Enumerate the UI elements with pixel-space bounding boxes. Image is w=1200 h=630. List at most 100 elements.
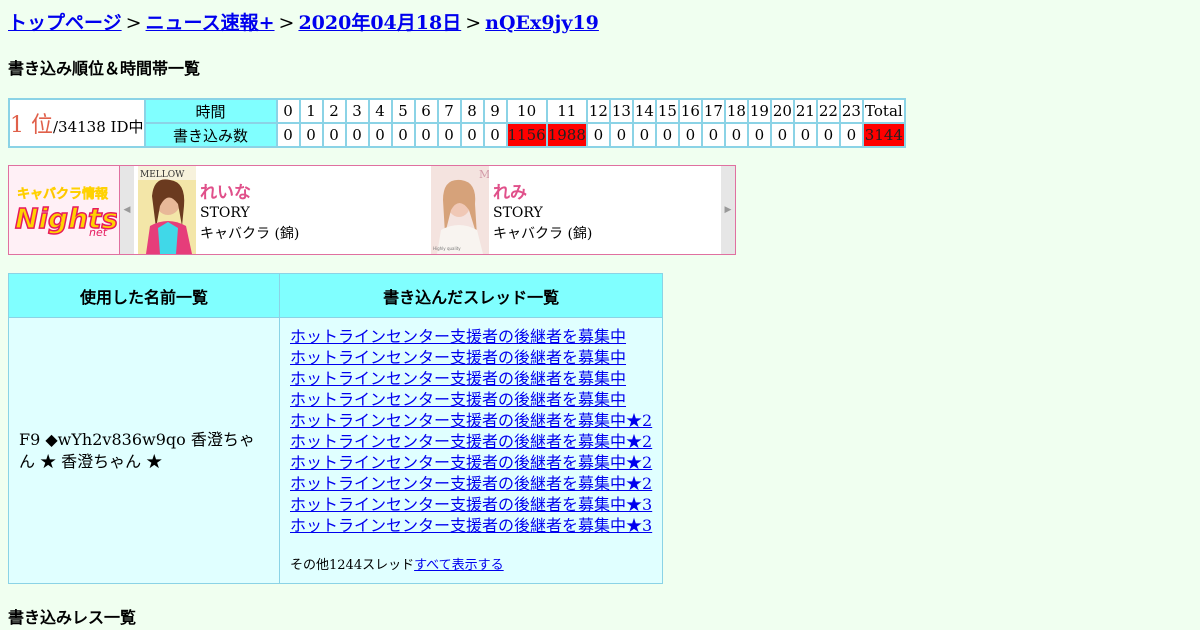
count-cell: 0: [609, 123, 633, 147]
ad-store-name: STORY: [200, 205, 250, 221]
hour-cell: 16: [678, 99, 702, 123]
count-cell: 0: [701, 123, 725, 147]
count-cell: 0: [345, 123, 369, 147]
girl-photo: M Highly quality: [431, 166, 489, 254]
hour-cell: 9: [483, 99, 507, 123]
count-cell: 0: [299, 123, 323, 147]
count-cell: 0: [391, 123, 415, 147]
threads-header: 書き込んだスレッド一覧: [278, 273, 664, 318]
ad-banner[interactable]: キャバクラ情報 Nights net ◀ MELLOW れいな STORY キャ…: [8, 165, 736, 255]
ad-girl-name: れいな: [200, 183, 251, 203]
nights-logo[interactable]: キャバクラ情報 Nights net: [9, 166, 120, 254]
girl-photo: MELLOW: [138, 166, 196, 254]
count-cell: 0: [632, 123, 656, 147]
breadcrumb-separator: >: [465, 12, 482, 34]
breadcrumb-top-page-link[interactable]: トップページ: [8, 12, 122, 34]
count-cell: 0: [747, 123, 771, 147]
hour-cell: 2: [322, 99, 346, 123]
names-header: 使用した名前一覧: [8, 273, 280, 318]
hour-cell: 23: [839, 99, 863, 123]
count-cell-highlight: 1156: [506, 123, 547, 147]
hour-cell: 3: [345, 99, 369, 123]
count-cell: 0: [483, 123, 507, 147]
count-cell: 0: [839, 123, 863, 147]
hour-cell: 22: [816, 99, 840, 123]
count-cell: 0: [678, 123, 702, 147]
hour-cell: 11: [546, 99, 587, 123]
count-cell: 0: [655, 123, 679, 147]
count-cell-highlight: 1988: [546, 123, 587, 147]
ad-store-type: キャバクラ (錦): [493, 226, 593, 242]
breadcrumb-id-link[interactable]: nQEx9jy19: [485, 12, 599, 34]
count-cell: 0: [816, 123, 840, 147]
count-cell: 0: [793, 123, 817, 147]
threads-cell: ホットラインセンター支援者の後継者を募集中 ホットラインセンター支援者の後継者を…: [278, 317, 664, 584]
count-cell: 0: [586, 123, 610, 147]
svg-text:MELLOW: MELLOW: [140, 170, 185, 180]
time-label: 時間: [144, 99, 277, 123]
hour-cell: 21: [793, 99, 817, 123]
hour-cell: 15: [655, 99, 679, 123]
ad-store-type: キャバクラ (錦): [200, 226, 300, 242]
hour-cell: 6: [414, 99, 438, 123]
hour-cell: 4: [368, 99, 392, 123]
rank-number: 1 位: [10, 113, 53, 138]
hour-cell: 19: [747, 99, 771, 123]
hour-cell: 10: [506, 99, 547, 123]
hour-cell: 8: [460, 99, 484, 123]
thread-link[interactable]: ホットラインセンター支援者の後継者を募集中: [290, 368, 652, 389]
total-count-cell: 3144: [862, 123, 905, 147]
thread-link[interactable]: ホットラインセンター支援者の後継者を募集中★2: [290, 452, 652, 473]
ad-girl-name: れみ: [493, 183, 527, 203]
total-label: Total: [862, 99, 905, 123]
rank-cell: 1 位/34138 ID中: [9, 99, 145, 147]
breadcrumb-separator: >: [125, 12, 142, 34]
count-cell: 0: [322, 123, 346, 147]
thread-link[interactable]: ホットラインセンター支援者の後継者を募集中: [290, 389, 652, 410]
thread-link[interactable]: ホットラインセンター支援者の後継者を募集中★2: [290, 410, 652, 431]
show-all-link[interactable]: すべて表示する: [414, 558, 504, 573]
breadcrumb: トップページ > ニュース速報+ >2020年04月18日 > nQEx9jy19: [8, 8, 599, 35]
count-cell: 0: [724, 123, 748, 147]
breadcrumb-news-link[interactable]: ニュース速報+: [146, 12, 275, 34]
names-cell: F9 ◆wYh2v836w9qo 香澄ちゃん ★ 香澄ちゃん ★: [8, 317, 280, 584]
svg-text:net: net: [89, 226, 108, 239]
carousel-prev-arrow[interactable]: ◀: [120, 166, 134, 254]
hour-cell: 1: [299, 99, 323, 123]
hourly-post-table: 1 位/34138 ID中 時間 0 1 2 3 4 5 6 7 8 9 10 …: [8, 98, 906, 148]
thread-link[interactable]: ホットラインセンター支援者の後継者を募集中: [290, 326, 652, 347]
hour-cell: 13: [609, 99, 633, 123]
ad-store-name: STORY: [493, 205, 543, 221]
breadcrumb-separator: >: [278, 12, 295, 34]
count-label: 書き込み数: [144, 123, 277, 147]
rank-section-heading: 書き込み順位＆時間帯一覧: [8, 59, 201, 78]
hour-cell: 7: [437, 99, 461, 123]
hour-cell: 0: [276, 99, 300, 123]
more-threads-text: その他1244スレッド: [290, 558, 415, 573]
thread-link[interactable]: ホットラインセンター支援者の後継者を募集中: [290, 347, 652, 368]
more-threads: その他1244スレッドすべて表示する: [290, 554, 652, 573]
carousel-next-arrow[interactable]: ▶: [721, 166, 735, 254]
hour-cell: 17: [701, 99, 725, 123]
count-cell: 0: [460, 123, 484, 147]
breadcrumb-date-link[interactable]: 2020年04月18日: [298, 12, 461, 34]
thread-link[interactable]: ホットラインセンター支援者の後継者を募集中★2: [290, 431, 652, 452]
thread-link[interactable]: ホットラインセンター支援者の後継者を募集中★3: [290, 494, 652, 515]
count-cell: 0: [276, 123, 300, 147]
hour-cell: 18: [724, 99, 748, 123]
thread-link[interactable]: ホットラインセンター支援者の後継者を募集中★2: [290, 473, 652, 494]
count-cell: 0: [414, 123, 438, 147]
res-section-heading: 書き込みレス一覧: [8, 608, 137, 627]
rank-suffix: /34138 ID中: [53, 118, 144, 136]
names-threads-table: 使用した名前一覧 書き込んだスレッド一覧 F9 ◆wYh2v836w9qo 香澄…: [8, 273, 664, 584]
thread-link[interactable]: ホットラインセンター支援者の後継者を募集中★3: [290, 515, 652, 536]
ad-card[interactable]: M Highly quality れみ STORY キャバクラ (錦): [431, 166, 721, 254]
hour-cell: 14: [632, 99, 656, 123]
hour-cell: 12: [586, 99, 610, 123]
ad-card[interactable]: MELLOW れいな STORY キャバクラ (錦): [138, 166, 428, 254]
count-cell: 0: [437, 123, 461, 147]
hour-cell: 20: [770, 99, 794, 123]
count-cell: 0: [770, 123, 794, 147]
hour-cell: 5: [391, 99, 415, 123]
svg-text:Highly quality: Highly quality: [433, 246, 461, 251]
